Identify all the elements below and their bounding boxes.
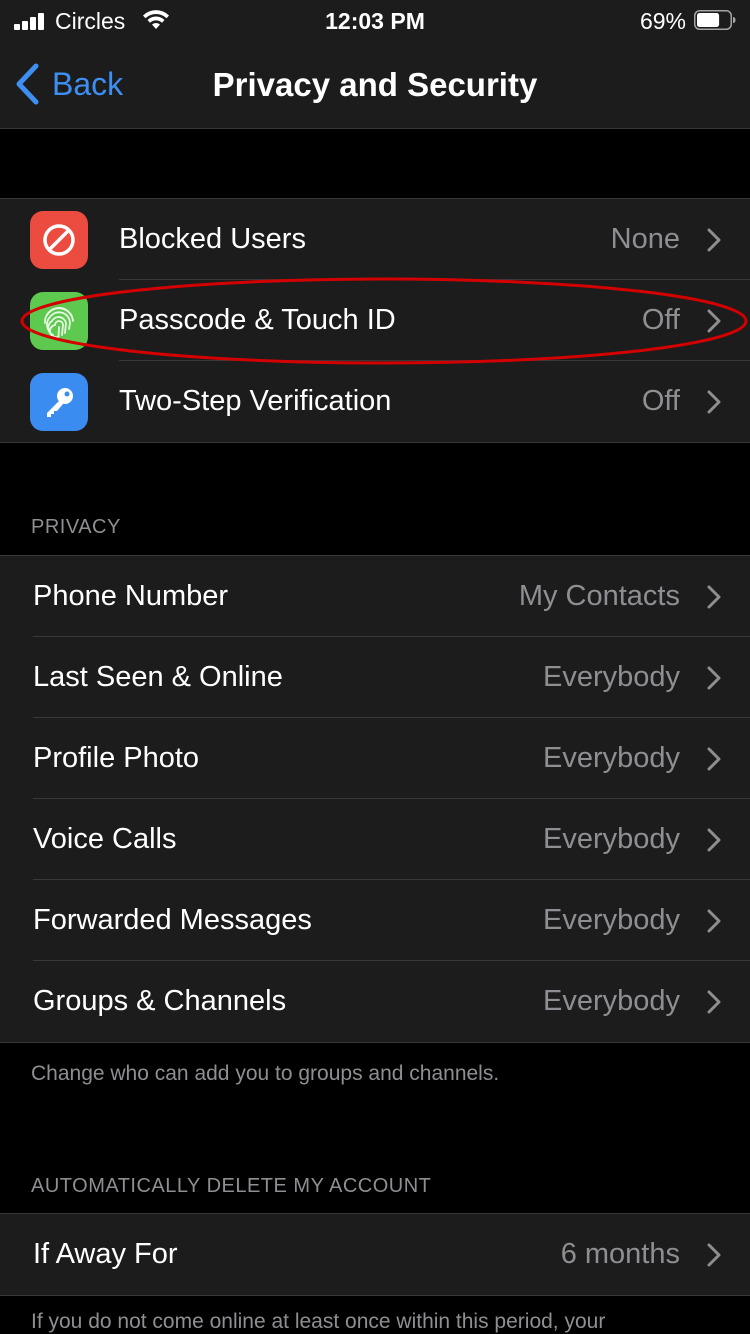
status-bar: Circles 12:03 PM 69% [0,0,750,44]
chevron-right-icon [707,390,721,414]
clock: 12:03 PM [325,8,425,34]
row-value: Everybody [542,904,680,936]
row-label: Forwarded Messages [33,904,312,936]
passcode-touch-id-row[interactable]: Passcode & Touch ID Off [0,280,750,361]
chevron-right-icon [707,828,721,852]
row-label: Passcode & Touch ID [119,304,396,336]
chevron-right-icon [707,309,721,333]
chevron-right-icon [707,990,721,1014]
row-label: Phone Number [33,580,229,612]
row-label: Groups & Channels [33,985,287,1017]
auto-delete-footer: If you do not come online at least once … [31,1310,606,1333]
chevron-right-icon [707,909,721,933]
privacy-footer: Change who can add you to groups and cha… [31,1062,500,1085]
two-step-verification-row[interactable]: Two-Step Verification Off [0,361,750,442]
voice-calls-row[interactable]: Voice Calls Everybody [0,799,750,880]
row-value: 6 months [560,1238,680,1270]
phone-number-row[interactable]: Phone Number My Contacts [0,556,750,637]
battery-percent: 69% [639,8,686,34]
navigation-bar: Back Privacy and Security [0,44,750,129]
chevron-right-icon [707,1243,721,1267]
privacy-section-header: PRIVACY [31,516,121,538]
auto-delete-group: If Away For 6 months [0,1213,750,1296]
chevron-right-icon [707,666,721,690]
key-icon [30,373,88,431]
battery-icon [694,10,736,30]
row-label: Blocked Users [119,223,306,255]
row-value: Everybody [542,661,680,693]
row-value: Off [641,304,680,336]
row-value: Everybody [542,985,680,1017]
last-seen-online-row[interactable]: Last Seen & Online Everybody [0,637,750,718]
row-value: Off [641,385,680,417]
row-value: None [610,223,680,255]
chevron-right-icon [707,228,721,252]
chevron-right-icon [707,747,721,771]
row-label: Two-Step Verification [119,385,392,417]
row-value: My Contacts [518,580,680,612]
security-group: Blocked Users None Passcode & Touch ID O… [0,198,750,443]
blocked-users-row[interactable]: Blocked Users None [0,199,750,280]
row-value: Everybody [542,742,680,774]
privacy-group: Phone Number My Contacts Last Seen & Onl… [0,555,750,1043]
row-value: Everybody [542,823,680,855]
row-label: Voice Calls [33,823,177,855]
row-label: If Away For [33,1238,178,1270]
auto-delete-section-header: AUTOMATICALLY DELETE MY ACCOUNT [31,1175,432,1197]
row-label: Last Seen & Online [33,661,283,693]
fingerprint-icon [30,292,88,350]
if-away-for-row[interactable]: If Away For 6 months [0,1214,750,1295]
profile-photo-row[interactable]: Profile Photo Everybody [0,718,750,799]
blocked-icon [30,211,88,269]
row-label: Profile Photo [33,742,200,774]
chevron-right-icon [707,585,721,609]
forwarded-messages-row[interactable]: Forwarded Messages Everybody [0,880,750,961]
page-title: Privacy and Security [212,66,538,103]
groups-channels-row[interactable]: Groups & Channels Everybody [0,961,750,1042]
